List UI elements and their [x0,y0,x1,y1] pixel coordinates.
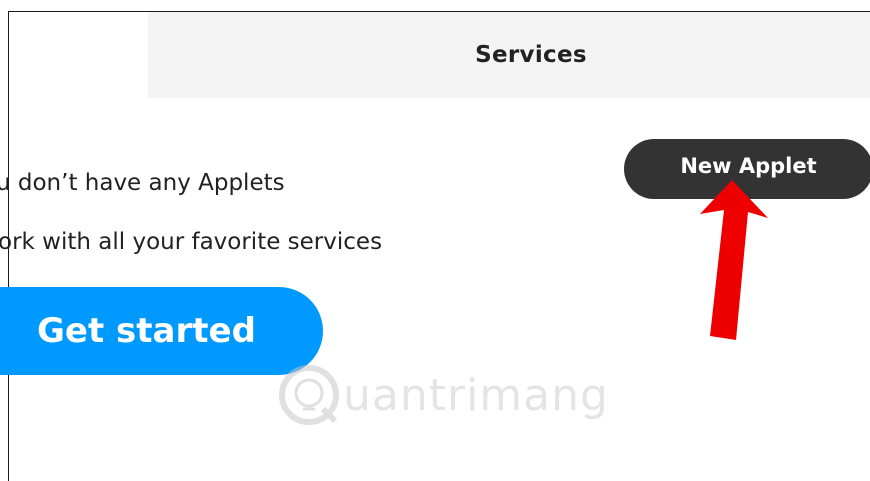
tab-services[interactable]: Services [148,12,870,98]
red-arrow-icon [700,180,768,340]
app-window: Services u don’t have any Applets ork wi… [0,0,870,481]
empty-state-message: u don’t have any Applets [0,170,285,196]
watermark-text: uantrimang [343,369,609,421]
empty-state-subtext: ork with all your favorite services [0,229,383,255]
quantrimang-logo-icon [279,365,339,425]
watermark: uantrimang [277,355,609,435]
get-started-button[interactable]: Get started [0,287,323,375]
header-tab-bar: Services [148,12,870,98]
